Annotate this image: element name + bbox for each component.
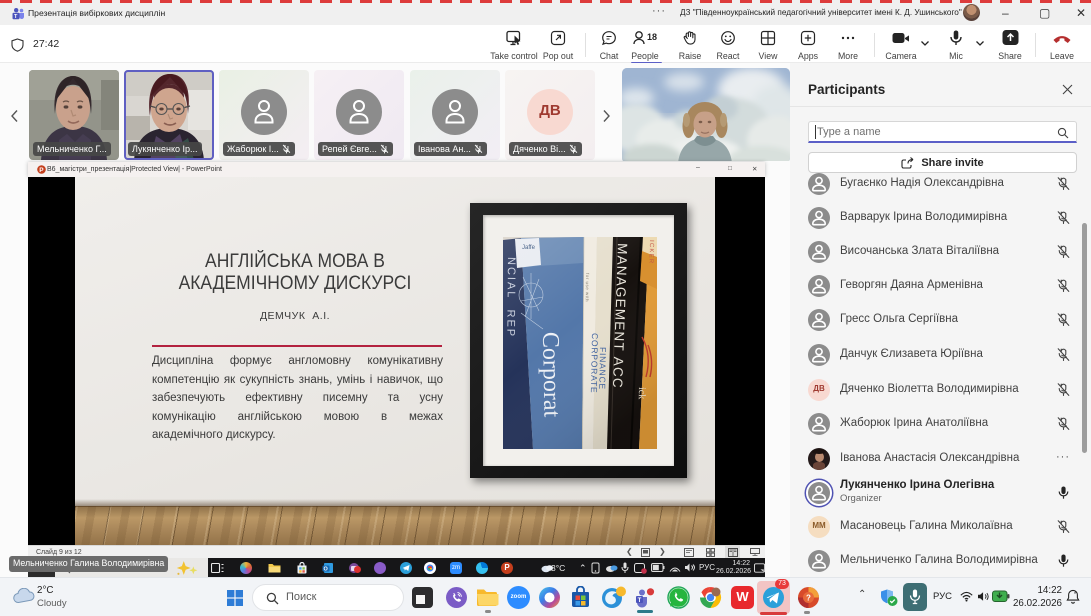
svg-text:18: 18: [647, 32, 657, 42]
svg-text:?: ?: [806, 594, 811, 603]
svg-text:P: P: [39, 167, 44, 174]
svg-text:T: T: [638, 598, 642, 604]
svg-text:O: O: [324, 567, 329, 573]
